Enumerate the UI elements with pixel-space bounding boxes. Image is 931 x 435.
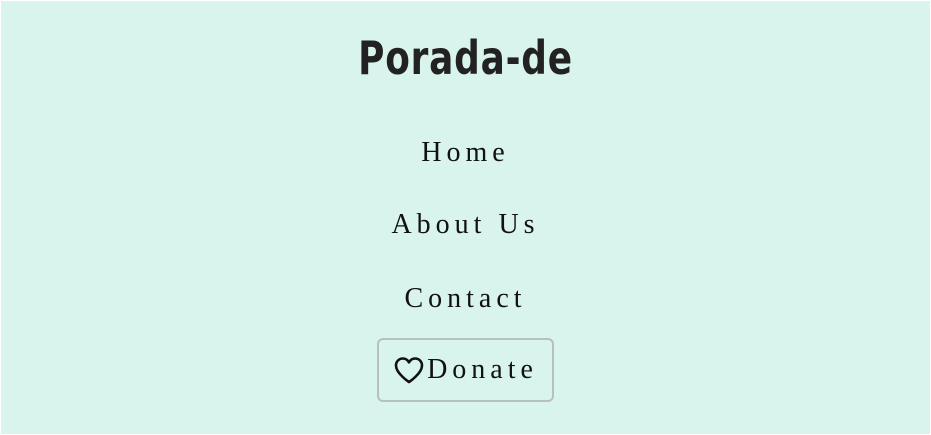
heart-icon <box>393 355 425 385</box>
donate-label: Donate <box>427 354 538 385</box>
nav-link-contact[interactable]: Contact <box>1 283 930 315</box>
site-logo-text[interactable]: Porada-de <box>103 31 828 85</box>
donate-button[interactable]: Donate <box>377 338 554 402</box>
nav-link-about-us[interactable]: About Us <box>1 209 930 241</box>
nav-link-home[interactable]: Home <box>1 137 930 169</box>
page: Porada-de Home About Us Contact Donate <box>1 1 930 434</box>
donate-container: Donate <box>1 338 930 402</box>
